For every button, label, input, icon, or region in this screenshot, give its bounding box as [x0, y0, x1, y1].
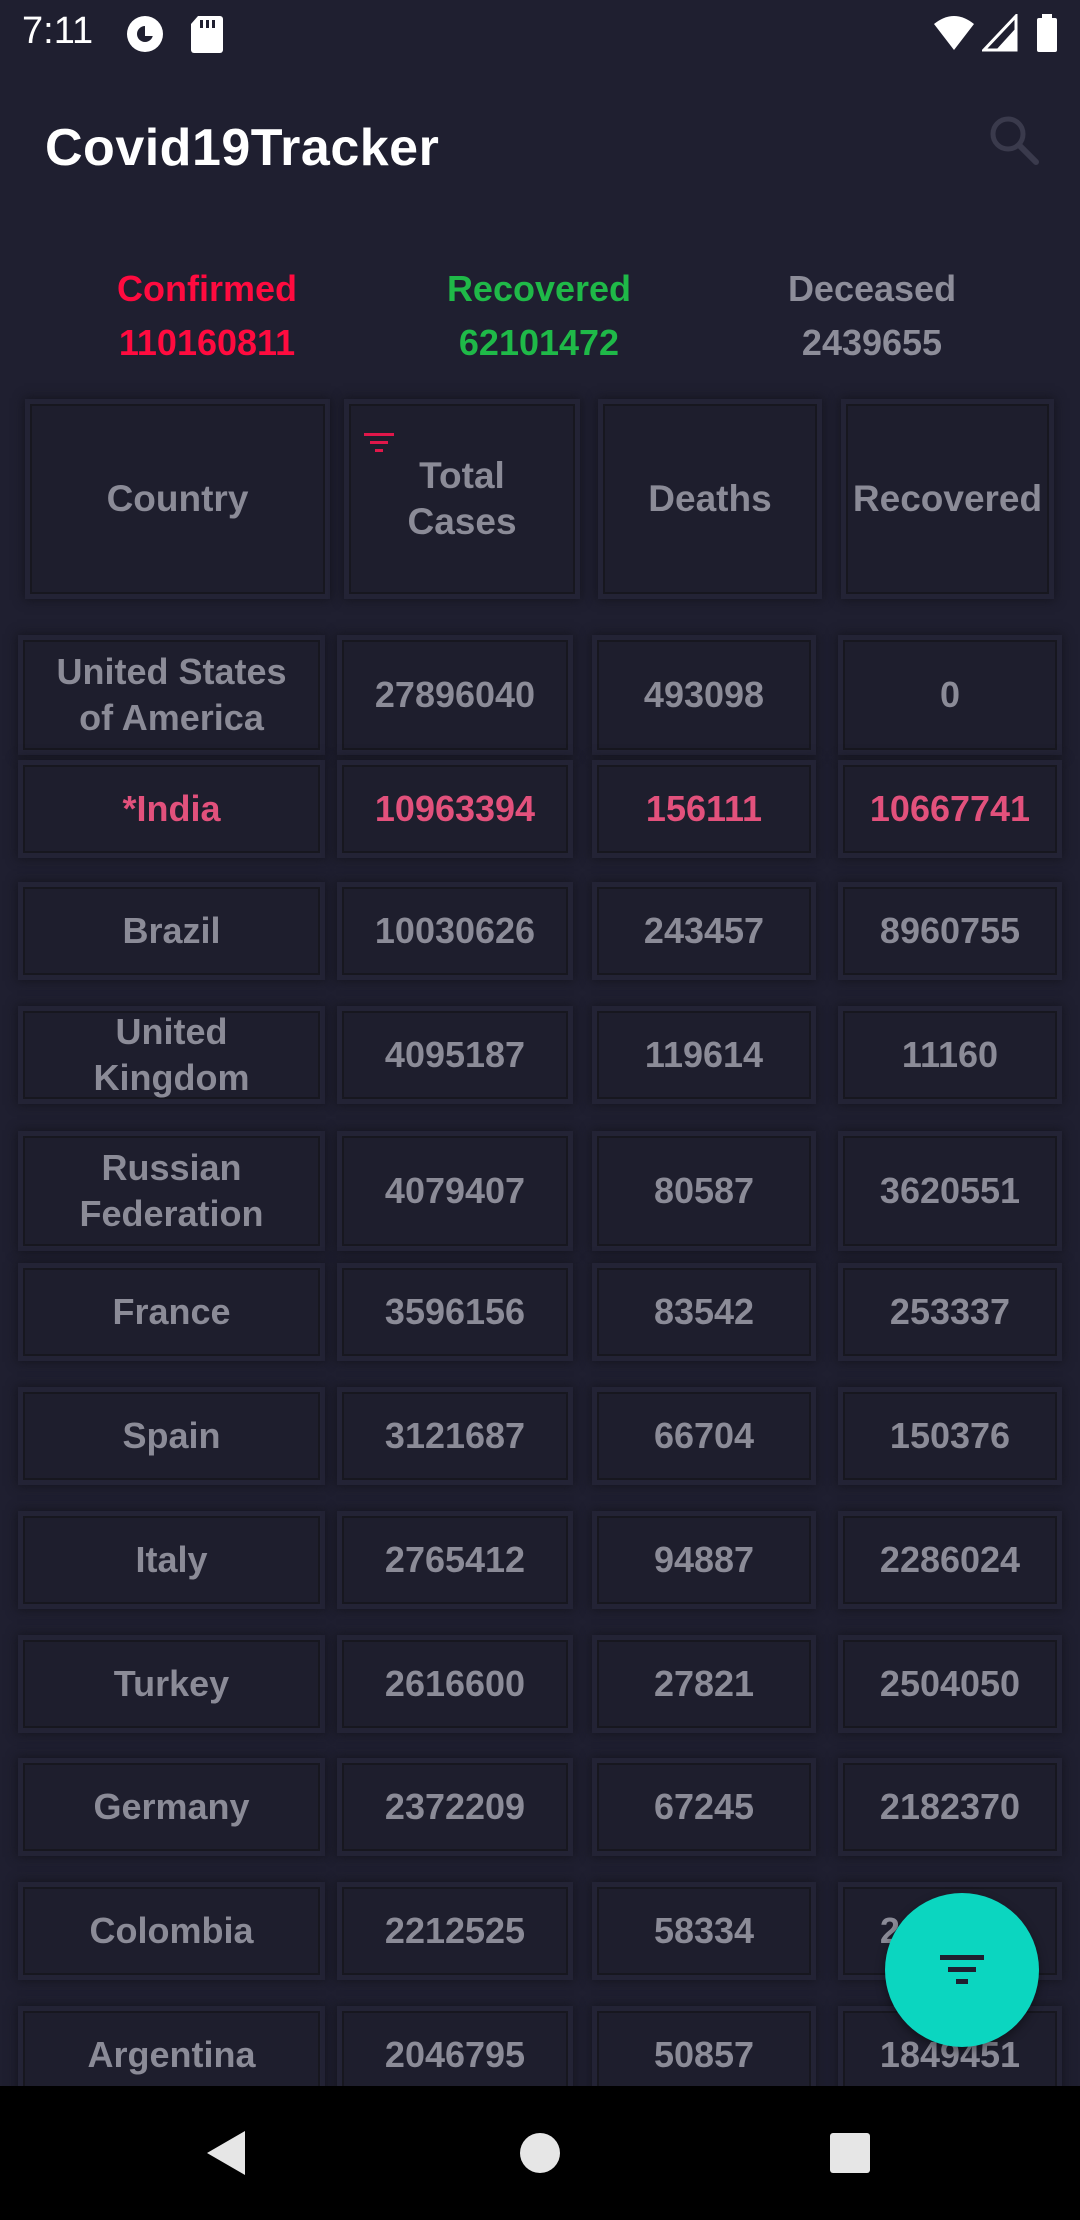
wifi-icon	[932, 14, 976, 57]
cell-recovered: 2182370	[843, 1763, 1057, 1851]
cell-deaths: 27821	[597, 1640, 811, 1728]
cell-deaths: 66704	[597, 1392, 811, 1480]
cell-total-cases: 27896040	[342, 640, 568, 750]
app-title: Covid19Tracker	[45, 119, 440, 177]
cell-total-cases: 4079407	[342, 1136, 568, 1246]
filter-fab[interactable]	[885, 1893, 1039, 2047]
back-icon	[207, 2131, 245, 2175]
cell-country: Brazil	[23, 887, 320, 975]
cell-total-cases: 10963394	[342, 765, 568, 853]
back-button[interactable]	[166, 2086, 286, 2220]
cell-deaths: 94887	[597, 1516, 811, 1604]
navigation-bar	[0, 2086, 1080, 2220]
cell-country: Italy	[23, 1516, 320, 1604]
cell-total-cases: 2372209	[342, 1763, 568, 1851]
cell-deaths: 243457	[597, 887, 811, 975]
cell-deaths: 156111	[597, 765, 811, 853]
cell-country: *India	[23, 765, 320, 853]
header-recovered[interactable]: Recovered	[846, 404, 1049, 594]
cell-recovered: 11160	[843, 1011, 1057, 1099]
deceased-label: Deceased	[787, 268, 957, 309]
battery-icon	[1036, 14, 1058, 59]
recents-icon	[830, 2133, 870, 2173]
cell-total-cases: 10030626	[342, 887, 568, 975]
confirmed-label: Confirmed	[117, 268, 297, 309]
search-icon	[990, 116, 1039, 165]
cell-deaths: 80587	[597, 1136, 811, 1246]
status-time: 7:11	[22, 10, 94, 52]
pocketcasts-icon	[125, 14, 165, 59]
cell-country: Germany	[23, 1763, 320, 1851]
cell-country: Spain	[23, 1392, 320, 1480]
cell-deaths: 67245	[597, 1763, 811, 1851]
cell-recovered: 2286024	[843, 1516, 1057, 1604]
sort-icon	[362, 430, 396, 461]
cell-recovered: 0	[843, 640, 1057, 750]
cell-deaths: 119614	[597, 1011, 811, 1099]
summary-stats: Confirmed 110160811 Recovered 62101472 D…	[0, 262, 1080, 372]
cell-country: France	[23, 1268, 320, 1356]
cell-country: Turkey	[23, 1640, 320, 1728]
cell-country: United Kingdom	[23, 1011, 320, 1099]
cell-total-cases: 3121687	[342, 1392, 568, 1480]
confirmed-value: 110160811	[118, 322, 296, 363]
cell-total-cases: 2212525	[342, 1887, 568, 1975]
deceased-value: 2439655	[801, 322, 943, 363]
search-button[interactable]	[984, 110, 1044, 170]
sd-card-icon	[190, 14, 224, 59]
home-button[interactable]	[480, 2086, 600, 2220]
stat-deceased: Deceased 2439655	[722, 262, 1022, 370]
cell-recovered: 3620551	[843, 1136, 1057, 1246]
recents-button[interactable]	[790, 2086, 910, 2220]
recovered-label: Recovered	[446, 268, 632, 309]
cell-country: United States of America	[23, 640, 320, 750]
cell-total-cases: 3596156	[342, 1268, 568, 1356]
cell-recovered: 10667741	[843, 765, 1057, 853]
home-icon	[520, 2133, 560, 2173]
cell-recovered: 253337	[843, 1268, 1057, 1356]
cell-country: Russian Federation	[23, 1136, 320, 1246]
recovered-value: 62101472	[458, 322, 620, 363]
cell-country: Colombia	[23, 1887, 320, 1975]
header-deaths[interactable]: Deaths	[603, 404, 817, 594]
cell-total-cases: 4095187	[342, 1011, 568, 1099]
app-bar: Covid19Tracker	[0, 80, 1080, 210]
stat-confirmed: Confirmed 110160811	[57, 262, 357, 370]
cell-deaths: 83542	[597, 1268, 811, 1356]
cell-recovered: 8960755	[843, 887, 1057, 975]
cell-deaths: 58334	[597, 1887, 811, 1975]
stat-recovered: Recovered 62101472	[389, 262, 689, 370]
cell-total-cases: 2765412	[342, 1516, 568, 1604]
header-country[interactable]: Country	[30, 404, 325, 594]
status-bar: 7:11	[0, 0, 1080, 66]
filter-icon	[940, 1955, 984, 1984]
cell-total-cases: 2616600	[342, 1640, 568, 1728]
cell-recovered: 2504050	[843, 1640, 1057, 1728]
cell-recovered: 150376	[843, 1392, 1057, 1480]
cell-deaths: 493098	[597, 640, 811, 750]
signal-icon	[980, 12, 1018, 57]
